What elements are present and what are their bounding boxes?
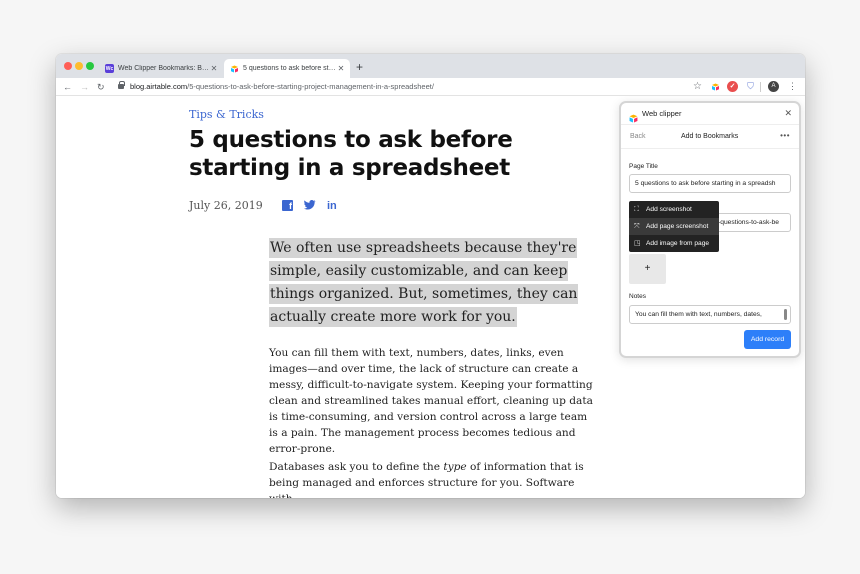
lede-text: We often use spreadsheets because they'r… [269, 238, 579, 327]
reload-icon[interactable]: ↻ [97, 81, 105, 93]
article-headline: 5 questions to ask before starting in a … [189, 127, 513, 181]
address-bar[interactable]: blog.airtable.com/5-questions-to-ask-bef… [130, 81, 434, 93]
body-paragraph: You can fill them with text, numbers, da… [269, 347, 593, 455]
airtable-favicon-icon [230, 64, 239, 73]
attachment-dropdown-menu: ⛶ Add screenshot ⤧ Add page screenshot ◳… [629, 201, 719, 252]
menu-item-add-screenshot[interactable]: ⛶ Add screenshot [629, 201, 719, 218]
facebook-icon[interactable]: f [282, 200, 293, 211]
web-clipper-panel: Web clipper ✕ Back Add to Bookmarks ••• … [619, 101, 801, 358]
back-arrow-icon[interactable]: ← [63, 81, 72, 93]
back-button[interactable]: Back [630, 133, 646, 140]
close-icon[interactable]: ✕ [209, 64, 219, 73]
add-attachment-button[interactable]: + [629, 254, 666, 284]
article-date: July 26, 2019 [189, 199, 263, 212]
page-content: Tips & Tricks 5 questions to ask before … [56, 96, 805, 498]
maximize-window-button[interactable] [86, 62, 94, 70]
clipper-nav-title: Add to Bookmarks [681, 133, 739, 140]
browser-window: Wc Web Clipper Bookmarks: Bookm ✕ 5 ques… [56, 54, 805, 498]
page-title-field[interactable]: 5 questions to ask before starting in a … [629, 174, 791, 193]
menu-item-label: Add page screenshot [646, 223, 709, 230]
lock-icon [118, 81, 125, 89]
more-options-button[interactable]: ••• [780, 131, 790, 140]
tab-airtable-article[interactable]: 5 questions to ask before starti ✕ [224, 59, 350, 78]
kebab-menu-icon[interactable]: ⋮ [787, 81, 798, 92]
emphasis-text: type [443, 461, 467, 473]
profile-avatar[interactable]: A [768, 81, 779, 92]
body-paragraph: Databases ask you to define the type of … [269, 459, 593, 498]
page-title-label: Page Title [629, 163, 658, 170]
url-host: blog.airtable.com [130, 82, 188, 91]
webclipper-favicon-icon: Wc [105, 64, 114, 73]
clipper-header: Web clipper ✕ [621, 103, 799, 124]
url-field-value: -questions-to-ask-be [718, 219, 779, 226]
clipper-nav: Back Add to Bookmarks ••• [621, 124, 799, 149]
bookmark-star-icon[interactable]: ☆ [692, 81, 703, 92]
new-tab-button[interactable]: + [356, 60, 363, 74]
forward-arrow-icon[interactable]: → [80, 81, 89, 93]
airtable-logo-icon [628, 110, 638, 123]
toolbar-divider [760, 82, 761, 92]
tab-title: 5 questions to ask before starti [243, 65, 336, 72]
close-icon[interactable]: ✕ [784, 108, 792, 119]
image-icon: ◳ [634, 240, 641, 247]
article-category-link[interactable]: Tips & Tricks [189, 108, 264, 121]
url-path: /5-questions-to-ask-before-starting-proj… [187, 82, 434, 91]
airtable-extension-icon[interactable] [710, 81, 721, 92]
expand-icon: ⤧ [634, 223, 640, 230]
menu-item-add-page-screenshot[interactable]: ⤧ Add page screenshot [629, 218, 719, 235]
browser-toolbar: ← → ↻ blog.airtable.com/5-questions-to-a… [56, 78, 805, 96]
close-icon[interactable]: ✕ [336, 64, 346, 73]
todoist-extension-icon[interactable]: ✓ [727, 81, 738, 92]
minimize-window-button[interactable] [75, 62, 83, 70]
menu-item-label: Add screenshot [646, 206, 692, 213]
tab-webclipper-bookmarks[interactable]: Wc Web Clipper Bookmarks: Bookm ✕ [99, 59, 223, 78]
highlighted-lede: We often use spreadsheets because they'r… [269, 237, 589, 329]
tab-strip: Wc Web Clipper Bookmarks: Bookm ✕ 5 ques… [56, 54, 805, 78]
menu-item-add-image-from-page[interactable]: ◳ Add image from page [629, 235, 719, 252]
linkedin-icon[interactable]: in [327, 200, 337, 212]
notes-label: Notes [629, 293, 646, 300]
notes-scrollbar[interactable] [784, 309, 787, 320]
text-span: Databases ask you to define the [269, 461, 444, 473]
crop-icon: ⛶ [634, 206, 639, 213]
shield-extension-icon[interactable]: ⛉ [745, 81, 756, 92]
clipper-title: Web clipper [642, 109, 682, 118]
add-record-button[interactable]: Add record [744, 330, 791, 349]
tab-title: Web Clipper Bookmarks: Bookm [118, 65, 209, 72]
notes-field-value: You can fill them with text, numbers, da… [635, 311, 762, 318]
menu-item-label: Add image from page [646, 240, 710, 247]
close-window-button[interactable] [64, 62, 72, 70]
notes-field[interactable]: You can fill them with text, numbers, da… [629, 305, 791, 324]
twitter-icon[interactable] [304, 200, 316, 213]
